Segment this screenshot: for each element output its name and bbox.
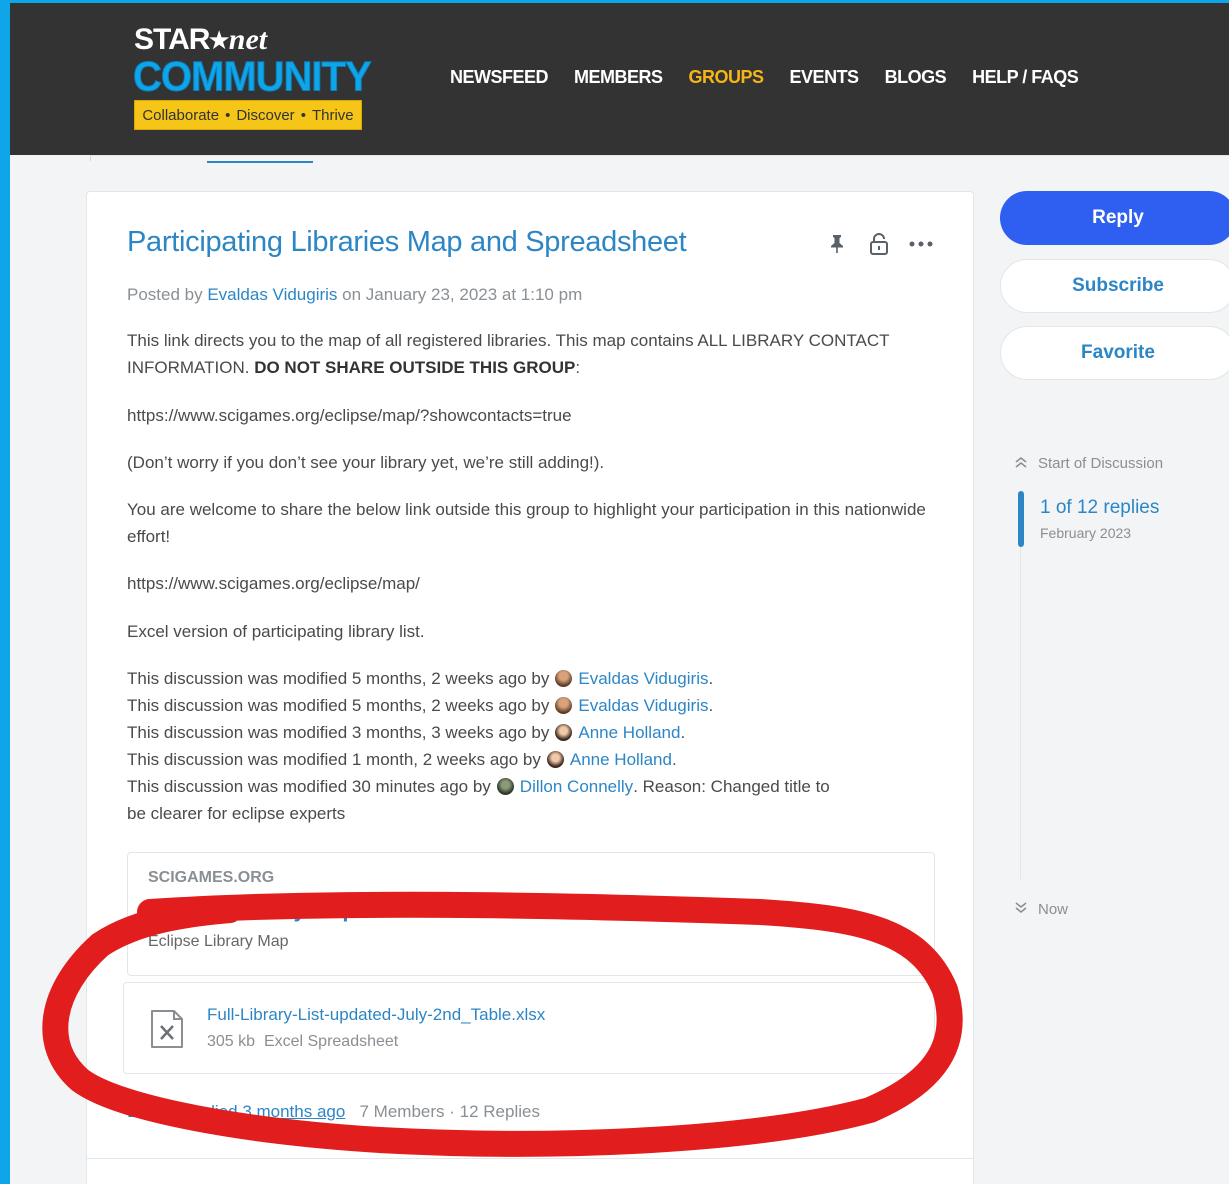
avatar xyxy=(546,751,564,768)
contacts-map-link[interactable]: https://www.scigames.org/eclipse/map/?sh… xyxy=(127,402,927,429)
timeline-reply-count: 1 of 12 replies xyxy=(1040,497,1160,518)
pin-icon[interactable] xyxy=(825,232,849,256)
discussion-card: Participating Libraries Map and Spreadsh… xyxy=(86,191,974,1184)
discussion-timeline: Start of Discussion 1 of 12 replies Febr… xyxy=(1010,449,1210,929)
punctuation: : xyxy=(575,358,581,377)
subnav-tick xyxy=(90,155,91,161)
timeline-date: February 2023 xyxy=(1040,525,1132,541)
user-link[interactable]: Dillon Connelly xyxy=(520,773,633,800)
timeline-end-label: Now xyxy=(1038,901,1069,918)
timeline-end[interactable]: Now xyxy=(1014,901,1068,918)
favorite-button[interactable]: Favorite xyxy=(1000,326,1229,380)
attachment-meta: 305 kb Excel Spreadsheet xyxy=(207,1033,398,1051)
modification-suffix: . xyxy=(671,750,677,769)
paragraph-share-invite: You are welcome to share the below link … xyxy=(127,500,926,546)
modification-suffix: . xyxy=(708,669,714,688)
avatar xyxy=(555,724,573,741)
post-meta: Posted by Evaldas Vidugiris on January 2… xyxy=(127,285,582,305)
warning-text: DO NOT SHARE OUTSIDE THIS GROUP xyxy=(254,358,576,377)
discussion-footer: Last by replied 3 months ago 7 Members ·… xyxy=(127,1102,540,1122)
author-link[interactable]: Evaldas Vidugiris xyxy=(207,285,337,304)
user-link[interactable]: Evaldas Vidugiris xyxy=(578,692,708,719)
discussion-stats: 7 Members · 12 Replies xyxy=(359,1102,540,1121)
starnet-community-logo[interactable]: STAR ★ net COMMUNITY Collaborate • Disco… xyxy=(130,23,380,133)
tagline-separator: • xyxy=(225,106,231,124)
user-link[interactable]: Evaldas Vidugiris xyxy=(578,665,708,692)
attachment-type: Excel Spreadsheet xyxy=(263,1033,399,1050)
tagline-word: Discover xyxy=(236,106,295,124)
modification-text: This discussion was modified 30 minutes … xyxy=(127,777,491,796)
tagline-word: Collaborate xyxy=(142,106,220,124)
last-replied-prefix: Last by replied xyxy=(127,1102,238,1121)
nav-item-events[interactable]: EVENTS xyxy=(790,67,860,88)
preview-title[interactable]: Eclipse Library Map xyxy=(148,897,356,923)
modification-entry: This discussion was modified 3 months, 3… xyxy=(127,719,927,746)
discussion-actions xyxy=(825,232,933,256)
more-options-icon[interactable] xyxy=(909,232,933,256)
attachment-name[interactable]: Full-Library-List-updated-July-2nd_Table… xyxy=(207,1005,545,1025)
avatar xyxy=(555,670,573,687)
card-divider xyxy=(86,1158,974,1159)
modification-suffix: . xyxy=(708,696,714,715)
site-header: STAR ★ net COMMUNITY Collaborate • Disco… xyxy=(10,3,1229,155)
logo-community-text: COMMUNITY xyxy=(133,53,373,101)
subnav-active-indicator xyxy=(207,161,313,163)
double-chevron-up-icon xyxy=(1014,455,1028,472)
subscribe-button[interactable]: Subscribe xyxy=(1000,259,1229,313)
modification-text: This discussion was modified 3 months, 3… xyxy=(127,723,550,742)
preview-site: SCIGAMES.ORG xyxy=(148,869,275,886)
avatar xyxy=(496,778,514,795)
avatar xyxy=(555,697,573,714)
preview-description: Eclipse Library Map xyxy=(148,933,289,950)
paragraph-map-info: This link directs you to the map of all … xyxy=(127,327,927,381)
reply-button[interactable]: Reply xyxy=(1000,191,1229,245)
browser-viewport: STAR ★ net COMMUNITY Collaborate • Disco… xyxy=(10,3,1229,1184)
timeline-track[interactable] xyxy=(1020,491,1021,879)
timeline-handle[interactable] xyxy=(1018,491,1024,547)
tagline-word: Thrive xyxy=(311,106,354,124)
user-link[interactable]: Anne Holland xyxy=(570,746,672,773)
public-map-link[interactable]: https://www.scigames.org/eclipse/map/ xyxy=(127,570,927,597)
modification-text: This discussion was modified 1 month, 2 … xyxy=(127,750,541,769)
nav-item-groups[interactable]: GROUPS xyxy=(689,67,765,88)
modification-entry: This discussion was modified 5 months, 2… xyxy=(127,692,927,719)
meta-date: on January 23, 2023 at 1:10 pm xyxy=(342,285,583,304)
subnav-divider xyxy=(90,155,1229,165)
nav-item-blogs[interactable]: BLOGS xyxy=(885,67,947,88)
discussion-title: Participating Libraries Map and Spreadsh… xyxy=(127,226,687,258)
modification-text: This discussion was modified 5 months, 2… xyxy=(127,696,550,715)
timeline-start-label: Start of Discussion xyxy=(1038,455,1164,472)
main-nav: NEWSFEED MEMBERS GROUPS EVENTS BLOGS HEL… xyxy=(450,67,1079,88)
logo-tagline: Collaborate • Discover • Thrive xyxy=(134,100,362,130)
tagline-separator: • xyxy=(300,106,306,124)
logo-net-text: net xyxy=(228,23,268,56)
link-preview-card[interactable]: SCIGAMES.ORG Eclipse Library Map Eclipse… xyxy=(127,852,935,976)
modification-entry: This discussion was modified 5 months, 2… xyxy=(127,665,927,692)
meta-prefix: Posted by xyxy=(127,285,203,304)
modification-entry: This discussion was modified 30 minutes … xyxy=(127,773,927,800)
attachment-size: 305 kb xyxy=(207,1033,256,1050)
user-link[interactable]: Anne Holland xyxy=(578,719,680,746)
last-replied-time-link[interactable]: 3 months ago xyxy=(242,1102,345,1121)
nav-item-help-faqs[interactable]: HELP / FAQS xyxy=(972,67,1079,88)
modification-reason-wrap: be clearer for eclipse experts xyxy=(127,804,346,823)
excel-file-icon xyxy=(150,1009,184,1054)
modification-text: This discussion was modified 5 months, 2… xyxy=(127,669,550,688)
attachment-card[interactable]: Full-Library-List-updated-July-2nd_Table… xyxy=(123,982,935,1074)
logo-star-text: STAR xyxy=(134,23,210,56)
modification-entry: This discussion was modified 1 month, 2 … xyxy=(127,746,927,773)
modification-suffix: . Reason: Changed title to xyxy=(633,777,830,796)
star-icon: ★ xyxy=(207,25,231,55)
paragraph-excel-version: Excel version of participating library l… xyxy=(127,622,425,641)
modification-log: This discussion was modified 5 months, 2… xyxy=(127,665,927,827)
nav-item-newsfeed[interactable]: NEWSFEED xyxy=(450,67,549,88)
lock-icon[interactable] xyxy=(867,232,891,256)
double-chevron-down-icon xyxy=(1014,901,1028,918)
modification-suffix: . xyxy=(680,723,686,742)
nav-item-members[interactable]: MEMBERS xyxy=(574,67,663,88)
timeline-start[interactable]: Start of Discussion xyxy=(1014,455,1163,472)
paragraph-still-adding: (Don’t worry if you don’t see your libra… xyxy=(127,453,605,472)
